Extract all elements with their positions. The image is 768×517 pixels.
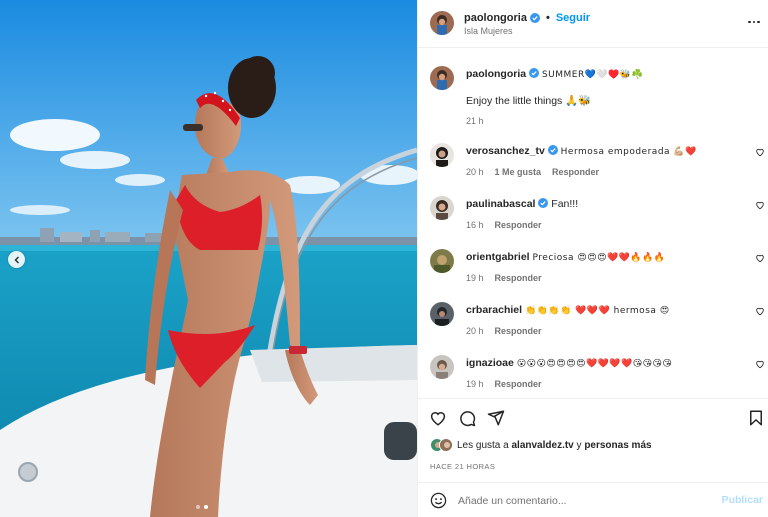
avatar[interactable]: [430, 302, 454, 326]
caption-username[interactable]: paolongoria: [466, 68, 526, 80]
comment-time[interactable]: 20 h: [466, 326, 484, 336]
avatar[interactable]: [430, 66, 454, 90]
reply-button[interactable]: Responder: [495, 326, 542, 336]
comment-input[interactable]: [458, 492, 708, 509]
comment-text: Preciosa 😍😍😍❤️❤️🔥🔥🔥: [532, 253, 666, 263]
avatar: [439, 438, 453, 452]
heart-icon[interactable]: [429, 409, 447, 427]
comment-username[interactable]: orientgabriel: [466, 251, 530, 263]
post-details-panel: paolongoria • Seguir Isla Mujeres paolon…: [417, 0, 768, 517]
comment-username[interactable]: crbarachiel: [466, 304, 522, 316]
reply-button[interactable]: Responder: [495, 220, 542, 230]
post-actions: [418, 398, 768, 434]
comment-time[interactable]: 16 h: [466, 220, 484, 230]
post-photo-illustration: [0, 0, 417, 517]
avatar[interactable]: [430, 196, 454, 220]
avatar[interactable]: [430, 249, 454, 273]
more-options-button[interactable]: [747, 15, 761, 29]
header-separator: •: [545, 12, 550, 24]
caption-text: Enjoy the little things 🙏🐝: [466, 95, 592, 107]
likes-user[interactable]: alanvaldez.tv: [511, 440, 573, 451]
post-location[interactable]: Isla Mujeres: [464, 26, 513, 36]
carousel-dot-active: [204, 505, 208, 509]
add-comment-bar: Publicar: [418, 482, 768, 517]
bookmark-icon[interactable]: [747, 409, 765, 427]
comment-likes[interactable]: 1 Me gusta: [495, 167, 542, 177]
caption-timestamp[interactable]: 21 h: [466, 116, 484, 126]
like-comment-heart-icon[interactable]: [755, 147, 765, 157]
reply-button[interactable]: Responder: [495, 273, 542, 283]
post-timestamp[interactable]: HACE 21 HORAS: [430, 462, 495, 471]
like-comment-heart-icon[interactable]: [755, 253, 765, 263]
post-author-username[interactable]: paolongoria: [464, 12, 527, 24]
carousel-dot: [196, 505, 200, 509]
comment-time[interactable]: 19 h: [466, 273, 484, 283]
like-comment-heart-icon[interactable]: [755, 306, 765, 316]
avatar[interactable]: [430, 143, 454, 167]
comment-time[interactable]: 20 h: [466, 167, 484, 177]
verified-icon: [538, 198, 549, 208]
comment-text: Hermosa empoderada 💪🏼❤️: [560, 147, 697, 157]
reply-button[interactable]: Responder: [552, 167, 599, 177]
verified-icon: [529, 68, 540, 78]
carousel-indicator: [196, 505, 208, 509]
post-image[interactable]: [0, 0, 417, 517]
likes-summary: Les gusta a alanvaldez.tv y personas más: [430, 438, 652, 452]
verified-icon: [547, 145, 558, 155]
comment-username[interactable]: verosanchez_tv: [466, 145, 545, 157]
comment-text: Fan!!!: [551, 198, 579, 210]
comment-text: 😮😮😮😍😍😍😍❤️❤️❤️❤️😘😘😘😘: [516, 359, 673, 369]
post-header: paolongoria • Seguir Isla Mujeres: [418, 0, 768, 48]
comment-icon[interactable]: [458, 409, 476, 427]
previous-photo-button[interactable]: [8, 251, 25, 268]
share-icon[interactable]: [487, 409, 505, 427]
likes-middle: y: [573, 439, 585, 451]
avatar[interactable]: [430, 11, 454, 35]
chevron-left-icon: [14, 256, 19, 263]
emoji-icon[interactable]: [430, 492, 447, 509]
comment-username[interactable]: ignazioae: [466, 357, 514, 369]
likes-others[interactable]: personas más: [584, 440, 651, 451]
publish-button[interactable]: Publicar: [722, 494, 763, 506]
comment-time[interactable]: 19 h: [466, 379, 484, 389]
avatar[interactable]: [430, 355, 454, 379]
like-comment-heart-icon[interactable]: [755, 359, 765, 369]
verified-icon: [529, 13, 540, 23]
comment: paulinabascal Fan!!! 16 h Responder: [418, 196, 768, 248]
comment: crbarachiel 👏👏👏👏 ❤️❤️❤️ hermosa 😍 20 h R…: [418, 302, 768, 354]
comment-text: 👏👏👏👏 ❤️❤️❤️ hermosa 😍: [524, 306, 670, 316]
like-comment-heart-icon[interactable]: [755, 200, 765, 210]
follow-button[interactable]: Seguir: [556, 12, 590, 24]
more-icon: [748, 20, 751, 24]
caption-title: SUMMER💙🤍♥️🐝☘️: [541, 70, 644, 80]
reply-button[interactable]: Responder: [495, 379, 542, 389]
comment: orientgabriel Preciosa 😍😍😍❤️❤️🔥🔥🔥 19 h R…: [418, 249, 768, 301]
comment: verosanchez_tv Hermosa empoderada 💪🏼❤️ 2…: [418, 143, 768, 195]
likes-prefix: Les gusta a: [457, 439, 512, 451]
comment-username[interactable]: paulinabascal: [466, 198, 535, 210]
